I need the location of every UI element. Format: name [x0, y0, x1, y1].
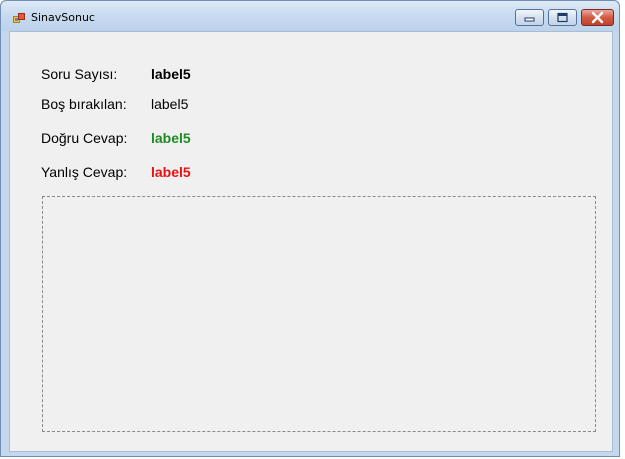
label-correct-answers: Doğru Cevap: [41, 130, 128, 146]
window-title: SinavSonuc [31, 11, 95, 24]
value-correct-answers: label5 [151, 130, 191, 146]
minimize-button[interactable] [515, 9, 544, 26]
close-icon [582, 10, 613, 25]
maximize-icon [549, 10, 576, 25]
results-panel [42, 196, 596, 432]
value-question-count: label5 [151, 66, 191, 82]
maximize-button[interactable] [548, 9, 577, 26]
label-question-count: Soru Sayısı: [41, 66, 118, 82]
close-button[interactable] [581, 9, 614, 26]
app-window: SinavSonuc Soru Sayısı: label5 Boş bırak… [0, 0, 620, 457]
form-client-area: Soru Sayısı: label5 Boş bırakılan: label… [9, 31, 613, 452]
label-left-blank: Boş bırakılan: [41, 96, 127, 112]
windows-form-icon [13, 11, 25, 23]
minimize-icon [516, 10, 543, 25]
label-wrong-answers: Yanlış Cevap: [41, 164, 128, 180]
title-bar[interactable]: SinavSonuc [1, 1, 619, 31]
value-left-blank: label5 [151, 96, 189, 112]
value-wrong-answers: label5 [151, 164, 191, 180]
